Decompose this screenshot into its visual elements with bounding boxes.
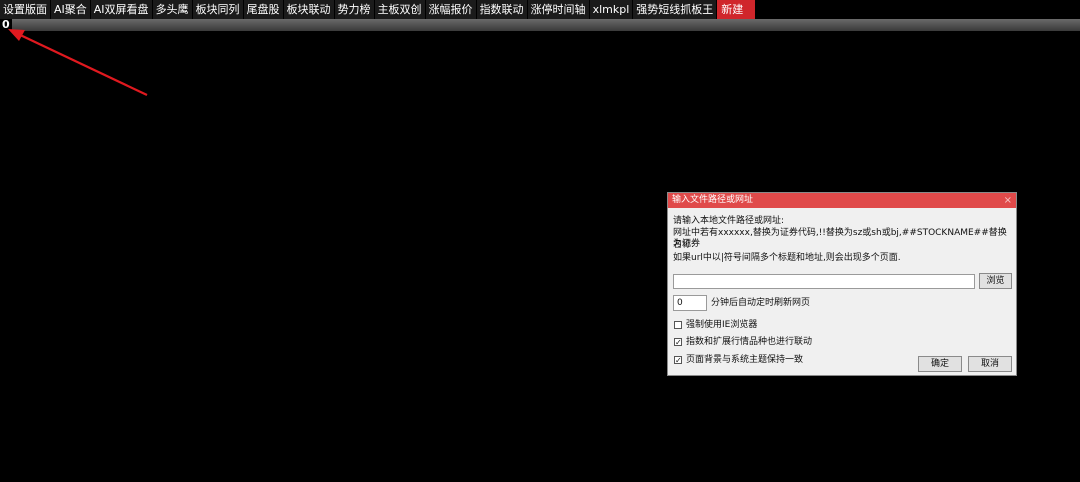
- force-ie-label: 强制使用IE浏览器: [686, 320, 758, 330]
- force-ie-checkbox[interactable]: [674, 321, 682, 329]
- tab-gain-quotes[interactable]: 涨幅报价: [426, 0, 477, 19]
- dialog-title-bar: 输入文件路径或网址 ×: [668, 193, 1016, 208]
- tab-main-board[interactable]: 主板双创: [375, 0, 426, 19]
- tab-sector-linkage[interactable]: 板块联动: [284, 0, 335, 19]
- tab-index-linkage[interactable]: 指数联动: [477, 0, 528, 19]
- url-input[interactable]: [673, 274, 975, 289]
- instruction-line-1: 请输入本地文件路径或网址:: [673, 216, 785, 226]
- close-icon[interactable]: ×: [1004, 193, 1012, 208]
- file-path-dialog: 输入文件路径或网址 × 请输入本地文件路径或网址: 网址中若有xxxxxx,替换…: [667, 192, 1017, 376]
- tab-closing-stocks[interactable]: 尾盘股: [244, 0, 284, 19]
- refresh-minutes-label: 分钟后自动定时刷新网页: [711, 298, 811, 308]
- dialog-title: 输入文件路径或网址: [672, 195, 754, 205]
- tab-sector-columns[interactable]: 板块同列: [193, 0, 244, 19]
- theme-sync-label: 页面背景与系统主题保持一致: [686, 355, 804, 365]
- tab-bar-empty: [756, 0, 1080, 19]
- info-strip: [0, 19, 1080, 31]
- browse-button[interactable]: 浏览: [979, 273, 1012, 289]
- instruction-line-4: 如果url中以|符号间隔多个标题和地址,则会出现多个页面.: [673, 253, 901, 263]
- red-arrow-annotation: [8, 29, 148, 96]
- cancel-button[interactable]: 取消: [968, 356, 1012, 372]
- tab-power-ranking[interactable]: 势力榜: [335, 0, 375, 19]
- index-linkage-checkbox[interactable]: ✓: [674, 338, 682, 347]
- top-tab-bar: 设置版面 AI聚合 AI双屏看盘 多头鹰 板块同列 尾盘股 板块联动 势力榜 主…: [0, 0, 1080, 19]
- theme-sync-checkbox[interactable]: ✓: [674, 356, 682, 365]
- tab-new[interactable]: 新建: [717, 0, 757, 19]
- refresh-minutes-input[interactable]: 0: [673, 295, 707, 311]
- tab-xlmkpl[interactable]: xlmkpl: [590, 0, 634, 19]
- ok-button[interactable]: 确定: [918, 356, 962, 372]
- tab-limit-up-timeline[interactable]: 涨停时间轴: [528, 0, 590, 19]
- arrow-shaft: [15, 32, 148, 96]
- index-linkage-label: 指数和扩展行情品种也进行联动: [686, 337, 813, 347]
- instruction-line-3: 名称.: [673, 240, 694, 250]
- tab-strong-short-line[interactable]: 强势短线抓板王: [633, 0, 718, 19]
